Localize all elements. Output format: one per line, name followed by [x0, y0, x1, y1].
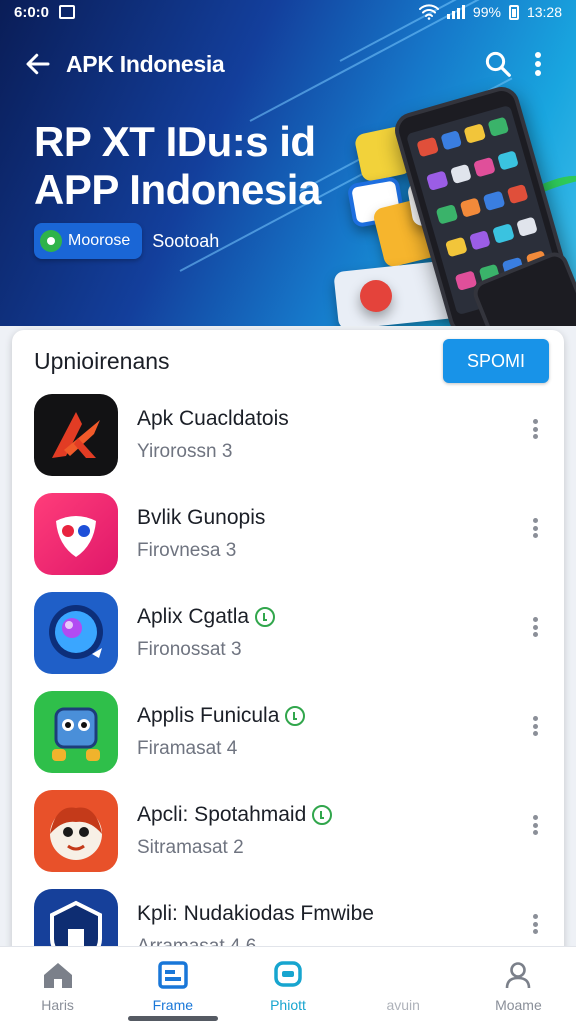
nav-item-profile[interactable]: Moame: [461, 947, 576, 1024]
app-name: Bvlik Gunopis: [137, 506, 266, 529]
list-item[interactable]: Applis Funicula Firamasat 4: [12, 687, 564, 786]
bottom-navigation: Haris Frame Phiott avuin Moame: [0, 946, 576, 1024]
back-button[interactable]: [18, 44, 58, 84]
home-icon: [43, 963, 72, 988]
nav-item-avuin[interactable]: avuin: [346, 947, 461, 1024]
apps-card: Upnioirenans SPOMI Apk Cuacldatois Yiror…: [12, 330, 564, 970]
category-chip[interactable]: Moorose: [34, 223, 143, 259]
nav-item-library[interactable]: Frame: [115, 947, 230, 1024]
blue-orb-logo-icon: [34, 592, 118, 674]
more-options-button[interactable]: [524, 812, 546, 838]
app-subtitle: Sitramasat 2: [137, 837, 244, 858]
active-tab-indicator: [128, 1016, 218, 1021]
status-bar: 6:0:0 99% 13:28: [0, 0, 576, 24]
search-button[interactable]: [478, 44, 518, 84]
library-icon: [158, 961, 188, 989]
battery-percent: 99%: [472, 4, 501, 20]
app-subtitle: Firovnesa 3: [137, 540, 237, 561]
list-item[interactable]: Aplix Cgatla Fironossat 3: [12, 588, 564, 687]
profile-icon: [506, 962, 531, 989]
hero-title: RP XT IDu:s id APP Indonesia: [34, 118, 321, 213]
search-icon: [485, 51, 511, 77]
list-item[interactable]: Apcli: Spotahmaid Sitramasat 2: [12, 786, 564, 885]
overflow-menu-button[interactable]: [518, 44, 558, 84]
more-options-button[interactable]: [524, 911, 546, 937]
hero-banner: APK Indonesia RP XT IDu:s id APP Indones…: [0, 0, 576, 326]
app-name: Kpli: Nudakiodas Fmwibe: [137, 902, 374, 925]
more-vertical-icon: [535, 52, 541, 76]
app-title: APK Indonesia: [66, 50, 225, 77]
chat-icon: [274, 961, 302, 987]
clock-right: 13:28: [526, 4, 562, 20]
green-robot-logo-icon: [34, 691, 118, 773]
verified-badge-icon: [312, 805, 333, 825]
red-x-logo-icon: [34, 394, 118, 476]
chat-bubble-icon: [40, 230, 62, 252]
arrow-left-icon: [26, 53, 50, 75]
app-name: Apcli: Spotahmaid: [137, 803, 333, 827]
app-subtitle: Yirorossn 3: [137, 441, 233, 462]
chip-caption: Sootoah: [152, 230, 220, 251]
wifi-icon: [418, 4, 439, 20]
verified-badge-icon: [285, 706, 306, 726]
battery-icon: [508, 4, 519, 20]
app-list: Apk Cuacldatois Yirorossn 3 Bvlik Gunopi…: [12, 390, 564, 970]
signal-icon: [446, 5, 465, 19]
app-subtitle: Fironossat 3: [137, 639, 242, 660]
more-options-button[interactable]: [524, 614, 546, 640]
section-title: Upnioirenans: [34, 348, 170, 374]
more-options-button[interactable]: [524, 515, 546, 541]
app-subtitle: Firamasat 4: [137, 738, 238, 759]
more-options-button[interactable]: [524, 416, 546, 442]
verified-badge-icon: [255, 607, 276, 627]
more-options-button[interactable]: [524, 713, 546, 739]
list-item[interactable]: Bvlik Gunopis Firovnesa 3: [12, 489, 564, 588]
nav-item-home[interactable]: Haris: [0, 947, 115, 1024]
app-name: Applis Funicula: [137, 704, 306, 728]
floating-app-tile: [360, 280, 392, 312]
orange-fox-logo-icon: [34, 790, 118, 872]
section-header: Upnioirenans SPOMI: [12, 330, 564, 392]
nav-item-chat[interactable]: Phiott: [230, 947, 345, 1024]
notification-icon: [59, 5, 76, 19]
top-app-bar: APK Indonesia: [0, 40, 576, 88]
clock-left: 6:0:0: [14, 3, 50, 21]
app-name: Apk Cuacldatois: [137, 407, 289, 430]
hero-chips: Moorose Sootoah: [34, 223, 219, 259]
app-name: Aplix Cgatla: [137, 605, 276, 629]
sort-button[interactable]: SPOMI: [443, 339, 549, 383]
pink-shield-logo-icon: [34, 493, 118, 575]
list-item[interactable]: Apk Cuacldatois Yirorossn 3: [12, 390, 564, 489]
